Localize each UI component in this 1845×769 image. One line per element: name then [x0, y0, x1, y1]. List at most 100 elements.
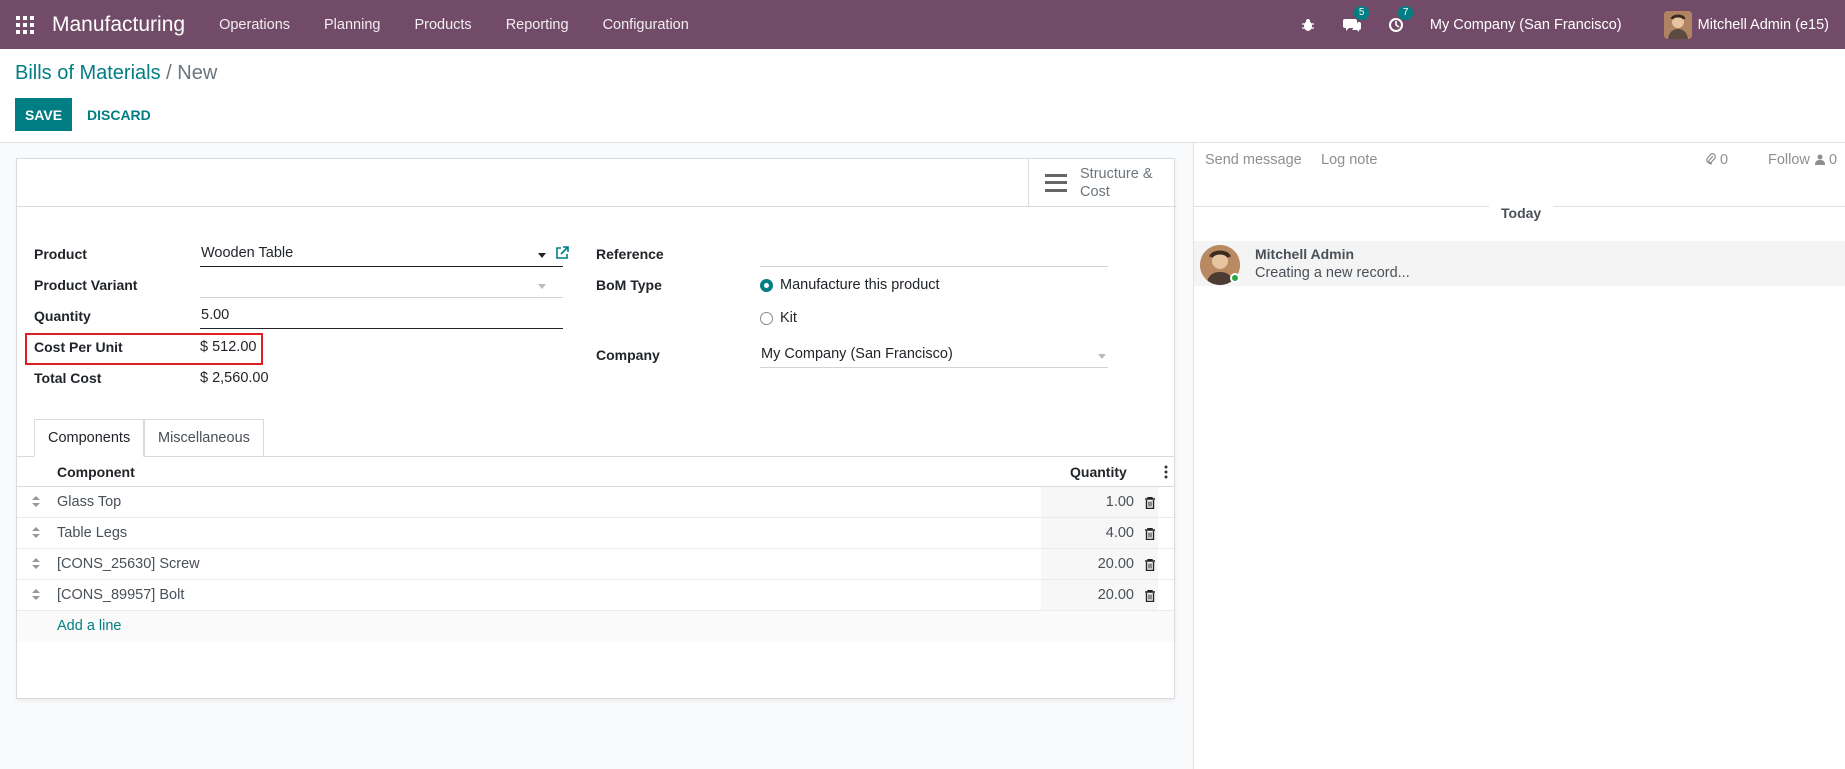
- user-name: Mitchell Admin (e15): [1697, 16, 1829, 33]
- message-author[interactable]: Mitchell Admin: [1255, 246, 1354, 262]
- add-a-line-link[interactable]: Add a line: [57, 618, 122, 634]
- table-row[interactable]: [CONS_25630] Screw 20.00: [17, 549, 1174, 580]
- chevron-down-icon[interactable]: [538, 253, 546, 258]
- drag-handle-icon[interactable]: [31, 557, 41, 571]
- trash-icon[interactable]: [1145, 589, 1155, 603]
- main-menu: Operations Planning Products Reporting C…: [202, 17, 706, 33]
- chatter-panel: Send message Log note 0 Follow 0 Today M…: [1193, 143, 1845, 769]
- control-panel: Bills of Materials / New SAVE DISCARD: [0, 49, 1845, 143]
- structure-cost-label: Structure & Cost: [1080, 165, 1153, 200]
- followers-button[interactable]: 0: [1815, 152, 1837, 168]
- component-name[interactable]: [CONS_89957] Bolt: [57, 587, 184, 603]
- radio-manufacture[interactable]: [760, 279, 773, 292]
- product-value: Wooden Table: [201, 245, 294, 261]
- follow-button[interactable]: Follow: [1768, 152, 1810, 168]
- form-sheet: Structure & Cost Product Wooden Table Pr…: [16, 158, 1176, 699]
- trash-icon[interactable]: [1145, 496, 1155, 510]
- chatter-message: Mitchell Admin Creating a new record...: [1194, 241, 1845, 286]
- discard-button[interactable]: DISCARD: [80, 98, 158, 131]
- total-cost-value: $ 2,560.00: [200, 370, 269, 386]
- radio-kit[interactable]: [760, 312, 773, 325]
- activities-clock-icon[interactable]: 7: [1386, 5, 1414, 35]
- optional-columns-icon[interactable]: [1163, 465, 1169, 479]
- button-box-divider: [17, 206, 1176, 207]
- product-variant-field[interactable]: [200, 272, 563, 298]
- column-component[interactable]: Component: [57, 464, 135, 480]
- messages-badge: 5: [1353, 5, 1370, 20]
- attachments-button[interactable]: 0: [1706, 152, 1728, 168]
- send-message-button[interactable]: Send message: [1205, 152, 1302, 168]
- components-table-header: Component Quantity: [17, 457, 1174, 487]
- menu-planning[interactable]: Planning: [307, 17, 397, 33]
- drag-handle-icon[interactable]: [31, 495, 41, 509]
- external-link-icon[interactable]: [555, 246, 569, 260]
- column-quantity[interactable]: Quantity: [1070, 464, 1127, 480]
- tab-miscellaneous[interactable]: Miscellaneous: [144, 419, 264, 457]
- drag-handle-icon[interactable]: [31, 588, 41, 602]
- structure-cost-button[interactable]: Structure & Cost: [1028, 159, 1174, 207]
- trash-icon[interactable]: [1145, 558, 1155, 572]
- table-row[interactable]: Glass Top 1.00: [17, 487, 1174, 518]
- breadcrumb-current: New: [177, 62, 218, 84]
- quantity-value: 5.00: [201, 307, 230, 323]
- company-label: Company: [596, 347, 660, 363]
- breadcrumb-separator: /: [166, 62, 172, 84]
- bars-icon: [1045, 173, 1067, 192]
- component-qty[interactable]: 20.00: [1098, 556, 1134, 572]
- product-label: Product: [34, 246, 87, 262]
- quantity-label: Quantity: [34, 308, 91, 324]
- product-variant-label: Product Variant: [34, 277, 138, 293]
- date-separator-label: Today: [1489, 205, 1554, 221]
- app-title[interactable]: Manufacturing: [52, 13, 185, 37]
- breadcrumb: Bills of Materials / New: [15, 62, 217, 85]
- activities-badge: 7: [1397, 5, 1414, 20]
- debug-bug-icon[interactable]: [1298, 15, 1318, 35]
- reference-label: Reference: [596, 246, 664, 262]
- drag-handle-icon[interactable]: [31, 526, 41, 540]
- save-button[interactable]: SAVE: [15, 98, 72, 131]
- paperclip-icon: [1706, 153, 1716, 165]
- component-qty[interactable]: 1.00: [1106, 494, 1134, 510]
- chevron-down-icon[interactable]: [1098, 354, 1106, 359]
- cost-per-unit-value: $ 512.00: [200, 339, 257, 355]
- component-name[interactable]: Glass Top: [57, 494, 121, 510]
- menu-reporting[interactable]: Reporting: [489, 17, 586, 33]
- product-field[interactable]: Wooden Table: [200, 241, 563, 267]
- menu-operations[interactable]: Operations: [202, 17, 307, 33]
- bom-type-label: BoM Type: [596, 277, 662, 293]
- company-field[interactable]: My Company (San Francisco): [760, 342, 1108, 368]
- user-icon: [1815, 154, 1825, 165]
- top-navbar: Manufacturing Operations Planning Produc…: [0, 0, 1845, 49]
- user-avatar: [1663, 10, 1692, 39]
- menu-products[interactable]: Products: [397, 17, 488, 33]
- radio-manufacture-label[interactable]: Manufacture this product: [780, 277, 940, 293]
- radio-kit-label[interactable]: Kit: [780, 310, 797, 326]
- reference-field[interactable]: [760, 241, 1108, 267]
- component-qty[interactable]: 4.00: [1106, 525, 1134, 541]
- apps-menu-icon[interactable]: [15, 15, 35, 35]
- table-row[interactable]: Table Legs 4.00: [17, 518, 1174, 549]
- navbar-systray: 5 7 My Company (San Francisco) Mitchell …: [1298, 0, 1845, 49]
- menu-configuration[interactable]: Configuration: [586, 17, 706, 33]
- cost-per-unit-label: Cost Per Unit: [34, 339, 123, 355]
- breadcrumb-bills-of-materials[interactable]: Bills of Materials: [15, 62, 161, 84]
- messages-chat-icon[interactable]: 5: [1342, 5, 1370, 35]
- online-status-icon: [1230, 273, 1240, 283]
- attachments-count: 0: [1720, 152, 1729, 168]
- log-note-button[interactable]: Log note: [1321, 152, 1377, 168]
- trash-icon[interactable]: [1145, 527, 1155, 541]
- component-name[interactable]: Table Legs: [57, 525, 127, 541]
- add-line-row: Add a line: [17, 611, 1174, 642]
- user-menu[interactable]: Mitchell Admin (e15): [1663, 10, 1829, 39]
- message-body: Creating a new record...: [1255, 265, 1410, 281]
- total-cost-label: Total Cost: [34, 370, 102, 386]
- company-switcher[interactable]: My Company (San Francisco): [1430, 17, 1622, 33]
- table-row[interactable]: [CONS_89957] Bolt 20.00: [17, 580, 1174, 611]
- quantity-field[interactable]: 5.00: [200, 303, 563, 329]
- chevron-down-icon[interactable]: [538, 284, 546, 289]
- component-qty[interactable]: 20.00: [1098, 587, 1134, 603]
- followers-count: 0: [1829, 152, 1838, 168]
- company-value: My Company (San Francisco): [761, 346, 953, 362]
- tab-components[interactable]: Components: [34, 419, 145, 457]
- component-name[interactable]: [CONS_25630] Screw: [57, 556, 200, 572]
